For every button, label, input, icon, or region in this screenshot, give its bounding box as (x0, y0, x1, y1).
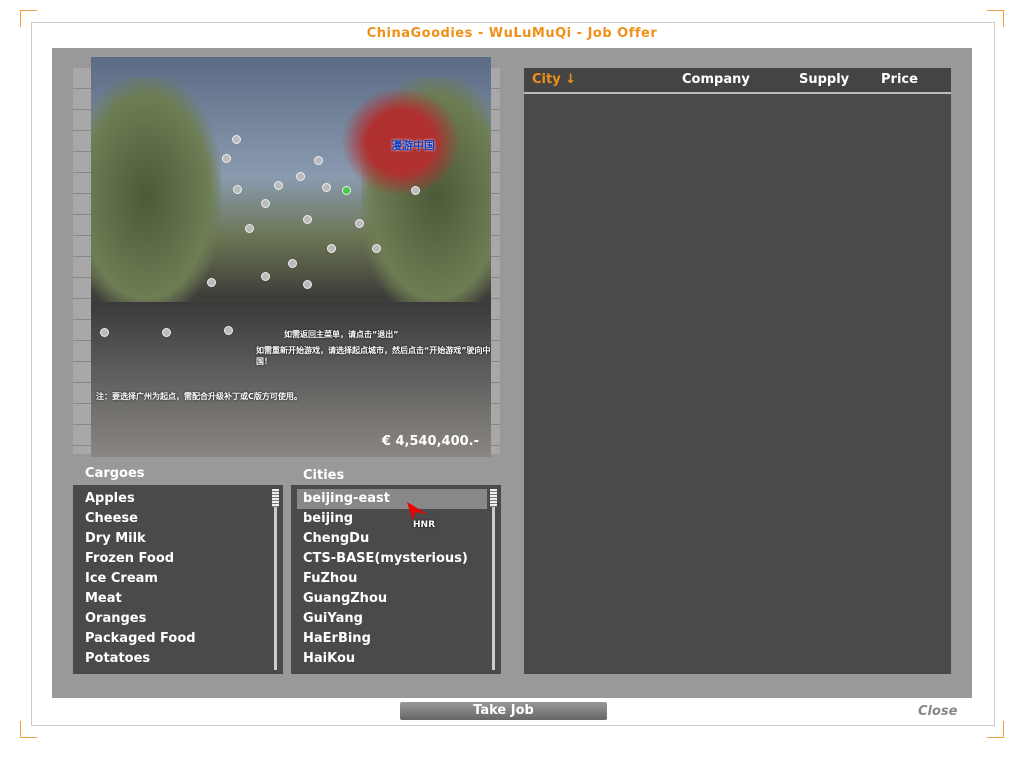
take-job-button[interactable]: Take Job (400, 702, 607, 720)
cargo-item[interactable]: Frozen Food (73, 549, 283, 569)
cargoes-label: Cargoes (85, 466, 145, 481)
money-display: € 4,540,400.- (381, 434, 479, 449)
city-item[interactable]: beijing (291, 509, 501, 529)
cities-list: beijing-east beijing ChengDu CTS-BASE(myste… (291, 485, 501, 674)
city-item[interactable]: ChengDu (291, 529, 501, 549)
map-preview[interactable]: 漫游中国 如需返回主菜单，请点击“退出” 如需重新开始游戏，请选择起点城市，然后… (91, 57, 491, 457)
ruler-left (73, 68, 91, 454)
column-price[interactable]: Price (881, 72, 918, 87)
job-offers-table: City ↓ Company Supply Price (524, 68, 951, 674)
cursor-arrow-icon (407, 502, 427, 521)
city-dot[interactable] (327, 244, 336, 253)
city-dot[interactable] (232, 135, 241, 144)
city-dot[interactable] (314, 156, 323, 165)
city-dot[interactable] (162, 328, 171, 337)
city-dot[interactable] (288, 259, 297, 268)
city-dot[interactable] (245, 224, 254, 233)
city-dot[interactable] (261, 272, 270, 281)
trees-left (91, 77, 221, 317)
cargo-item[interactable]: Meat (73, 589, 283, 609)
scrollbar[interactable] (492, 489, 495, 670)
column-city[interactable]: City ↓ (532, 72, 576, 87)
table-header: City ↓ Company Supply Price (524, 68, 951, 94)
cargo-item[interactable]: Dry Milk (73, 529, 283, 549)
city-dot[interactable] (296, 172, 305, 181)
city-dot[interactable] (411, 186, 420, 195)
city-dot[interactable] (303, 215, 312, 224)
city-dot[interactable] (274, 181, 283, 190)
city-dot[interactable] (355, 219, 364, 228)
scrollbar-thumb[interactable] (490, 489, 497, 507)
cargo-item[interactable]: Ice Cream (73, 569, 283, 589)
column-company[interactable]: Company (682, 72, 750, 87)
city-dot[interactable] (222, 154, 231, 163)
city-dot-current[interactable] (342, 186, 351, 195)
china-map-logo: 漫游中国 (341, 87, 461, 197)
scrollbar-thumb[interactable] (272, 489, 279, 507)
city-item[interactable]: CTS-BASE(mysterious) (291, 549, 501, 569)
city-dot[interactable] (233, 185, 242, 194)
city-dot[interactable] (261, 199, 270, 208)
city-item[interactable]: GuiYang (291, 609, 501, 629)
hint-return: 如需返回主菜单，请点击“退出” (284, 330, 399, 339)
city-item[interactable]: HaErBing (291, 629, 501, 649)
city-item[interactable]: beijing-east (297, 489, 487, 509)
column-supply[interactable]: Supply (799, 72, 849, 87)
cargo-item[interactable]: Cheese (73, 509, 283, 529)
window-title: ChinaGoodies - WuLuMuQi - Job Offer (366, 26, 658, 41)
city-dot[interactable] (207, 278, 216, 287)
city-dot[interactable] (303, 280, 312, 289)
cargo-item[interactable]: Packaged Food (73, 629, 283, 649)
cargo-item[interactable]: Potatoes (73, 649, 283, 669)
cargo-item[interactable]: Apples (73, 489, 283, 509)
scrollbar[interactable] (274, 489, 277, 670)
cities-label: Cities (303, 468, 345, 483)
hint-restart: 如需重新开始游戏，请选择起点城市，然后点击“开始游戏”驶向中国！ (256, 346, 491, 366)
city-dot[interactable] (372, 244, 381, 253)
close-button[interactable]: Close (918, 704, 957, 719)
cargoes-list: Apples Cheese Dry Milk Frozen Food Ice Cream… (73, 485, 283, 674)
note-text: 注：要选择广州为起点，需配合升级补丁或C版方可使用。 (96, 392, 302, 401)
city-item[interactable]: FuZhou (291, 569, 501, 589)
city-dot[interactable] (224, 326, 233, 335)
city-item[interactable]: GuangZhou (291, 589, 501, 609)
cargo-item[interactable]: Oranges (73, 609, 283, 629)
city-dot[interactable] (322, 183, 331, 192)
mouse-cursor: HNR (405, 500, 435, 530)
city-dot[interactable] (100, 328, 109, 337)
city-item[interactable]: HaiKou (291, 649, 501, 669)
